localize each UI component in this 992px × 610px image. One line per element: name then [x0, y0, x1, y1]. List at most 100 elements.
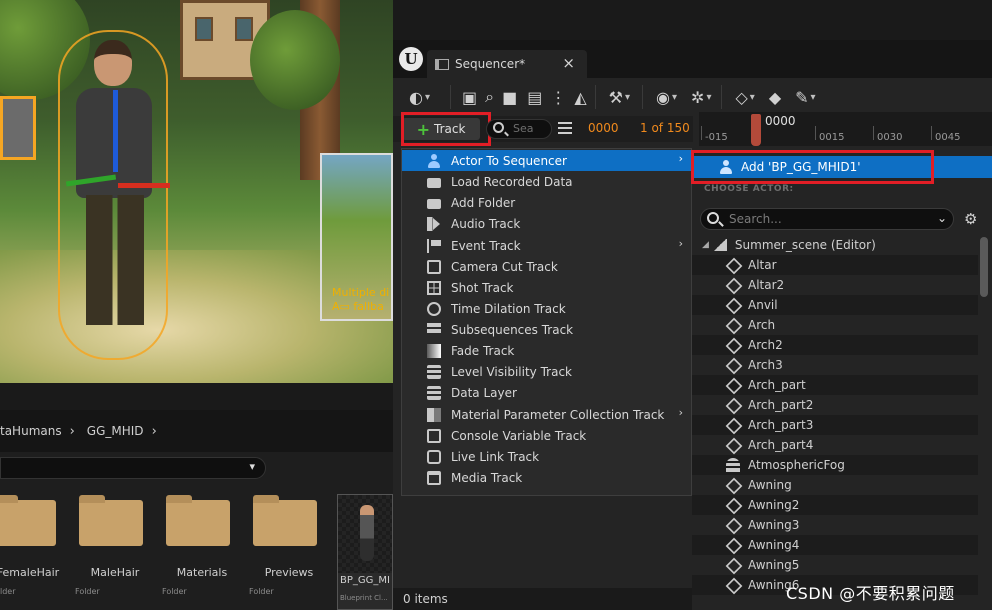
cube-icon [726, 358, 740, 372]
menu-item-audio-track[interactable]: Audio Track [402, 213, 691, 234]
track-search-input[interactable]: Sea [486, 119, 552, 139]
watermark: CSDN @不要积累问题 [786, 584, 955, 603]
menu-item-label: Add Folder [451, 195, 516, 210]
gear-icon[interactable]: ⚙ [964, 211, 980, 227]
level-viewport[interactable]: Multiple di A▭ fallba [0, 0, 393, 383]
menu-item-label: Shot Track [451, 280, 514, 295]
menu-item-add-folder[interactable]: Add Folder [402, 192, 691, 213]
list-item-actor[interactable]: Altar [692, 255, 978, 275]
menu-item-label: Subsequences Track [451, 322, 574, 337]
breadcrumb-item[interactable]: GG_MHID [87, 424, 144, 438]
current-frame[interactable]: 0000 [588, 121, 619, 135]
breadcrumb-item[interactable]: taHumans [0, 424, 62, 438]
actor-label: Arch_part3 [748, 418, 814, 432]
actor-search-input[interactable]: Search... ⌄ [700, 208, 954, 230]
timeline-ruler[interactable]: 0000 -015 0015 0030 0045 [699, 112, 992, 146]
clapper-icon: ▤ [527, 87, 543, 107]
list-item-actor[interactable]: Anvil [692, 295, 978, 315]
menu-item-subsequences-track[interactable]: Subsequences Track [402, 319, 691, 340]
gizmo-z-axis[interactable] [113, 90, 118, 172]
menu-item-load-recorded-data[interactable]: Load Recorded Data [402, 171, 691, 192]
gear-icon: ✲ [691, 87, 705, 107]
sequencer-status-bar: 0 items [393, 588, 693, 610]
viewport-warning-text: Multiple di A▭ fallba [332, 286, 389, 314]
list-item-actor[interactable]: Awning3 [692, 515, 978, 535]
path-filter-dropdown[interactable]: ▾ [0, 457, 266, 479]
toolbar-divider [594, 85, 596, 109]
asset-folder[interactable]: MaleHair Folder [71, 494, 143, 610]
warning-line-1: Multiple di [332, 286, 390, 299]
asset-grid: FemaleHair lder MaleHair Folder Material… [0, 494, 393, 610]
scene-camera-actor[interactable] [0, 96, 36, 160]
actions-button[interactable]: ◭ [574, 84, 586, 110]
chevron-right-icon[interactable]: › [152, 424, 157, 439]
asset-type: Folder [162, 587, 187, 596]
menu-item-material-parameter-collection-track[interactable]: Material Parameter Collection Track › [402, 404, 691, 425]
list-item-actor[interactable]: Awning4 [692, 535, 978, 555]
playback-options-button[interactable]: ✲ ▾ [691, 84, 711, 110]
menu-item-level-visibility-track[interactable]: Level Visibility Track [402, 361, 691, 382]
list-item-actor[interactable]: Awning5 [692, 555, 978, 575]
asset-folder[interactable]: Materials Folder [158, 494, 230, 610]
list-item-actor[interactable]: Altar2 [692, 275, 978, 295]
world-button[interactable]: ◐ ▾ [409, 84, 430, 110]
settings-button[interactable]: ⚒ ▾ [609, 84, 630, 110]
list-item-actor[interactable]: Arch_part [692, 375, 978, 395]
playhead[interactable] [751, 114, 761, 146]
asset-folder[interactable]: Previews Folder [245, 494, 317, 610]
close-icon[interactable]: × [562, 54, 575, 72]
list-item-actor[interactable]: Arch [692, 315, 978, 335]
menu-item-data-layer[interactable]: Data Layer [402, 382, 691, 403]
list-item-actor[interactable]: Arch3 [692, 355, 978, 375]
auto-key-button[interactable]: ◆ [769, 84, 781, 110]
metahuman-character[interactable] [58, 30, 168, 360]
tab-sequencer[interactable]: Sequencer* × [427, 50, 587, 78]
caret-down-icon[interactable]: ◢ [702, 240, 709, 250]
menu-item-camera-cut-track[interactable]: Camera Cut Track [402, 256, 691, 277]
add-track-menu: Actor To Sequencer › Load Recorded Data … [401, 148, 692, 496]
camera-button[interactable]: ■ [502, 84, 517, 110]
menu-item-fade-track[interactable]: Fade Track [402, 340, 691, 361]
render-movie-button[interactable]: ▤ [527, 84, 542, 110]
asset-blueprint[interactable]: BP_GG_MI Blueprint Cl... [337, 494, 393, 610]
actor-list-scrollbar[interactable] [980, 237, 988, 297]
actor-label: Awning2 [748, 498, 800, 512]
edit-mode-button[interactable]: ✎ ▾ [795, 84, 815, 110]
list-item-actor[interactable]: Awning2 [692, 495, 978, 515]
save-button[interactable]: ▣ [462, 84, 477, 110]
menu-item-media-track[interactable]: Media Track [402, 467, 691, 488]
asset-folder[interactable]: FemaleHair lder [0, 494, 59, 610]
menu-item-label: Load Recorded Data [451, 174, 573, 189]
keyframe-options-button[interactable]: ◇ ▾ [735, 84, 754, 110]
list-item-level[interactable]: ◢ Summer_scene (Editor) [692, 235, 978, 255]
actor-label: Arch_part2 [748, 398, 814, 412]
view-options-button[interactable]: ◉ ▾ [656, 84, 677, 110]
menu-item-shot-track[interactable]: Shot Track [402, 277, 691, 298]
menu-item-time-dilation-track[interactable]: Time Dilation Track [402, 298, 691, 319]
console-icon [427, 428, 441, 443]
list-item-actor[interactable]: Awning [692, 475, 978, 495]
folder-icon [253, 495, 317, 546]
gizmo-x-axis[interactable] [118, 183, 170, 188]
cube-icon [726, 338, 740, 352]
list-item-actor[interactable]: Arch2 [692, 335, 978, 355]
list-item-actor[interactable]: Arch_part2 [692, 395, 978, 415]
chevron-right-icon: › [678, 237, 683, 250]
cube-icon [726, 318, 740, 332]
asset-label: Previews [264, 566, 314, 579]
list-item-actor[interactable]: Arch_part3 [692, 415, 978, 435]
menu-item-actor-to-sequencer[interactable]: Actor To Sequencer › [402, 150, 691, 171]
menu-item-event-track[interactable]: Event Track › [402, 235, 691, 256]
unreal-logo-icon: U [399, 47, 423, 71]
chevron-down-icon[interactable]: ⌄ [937, 211, 947, 225]
folder-icon [0, 495, 56, 546]
list-item-actor[interactable]: AtmosphericFog [692, 455, 978, 475]
menu-item-console-variable-track[interactable]: Console Variable Track [402, 425, 691, 446]
list-item-actor[interactable]: Arch_part4 [692, 435, 978, 455]
menu-item-live-link-track[interactable]: Live Link Track [402, 446, 691, 467]
cube-icon [726, 418, 740, 432]
asset-label: FemaleHair [0, 566, 60, 579]
find-asset-button[interactable]: ⌕ [485, 84, 494, 110]
more-options-button[interactable]: ⋮ [550, 84, 566, 110]
filter-icon[interactable] [558, 122, 572, 134]
